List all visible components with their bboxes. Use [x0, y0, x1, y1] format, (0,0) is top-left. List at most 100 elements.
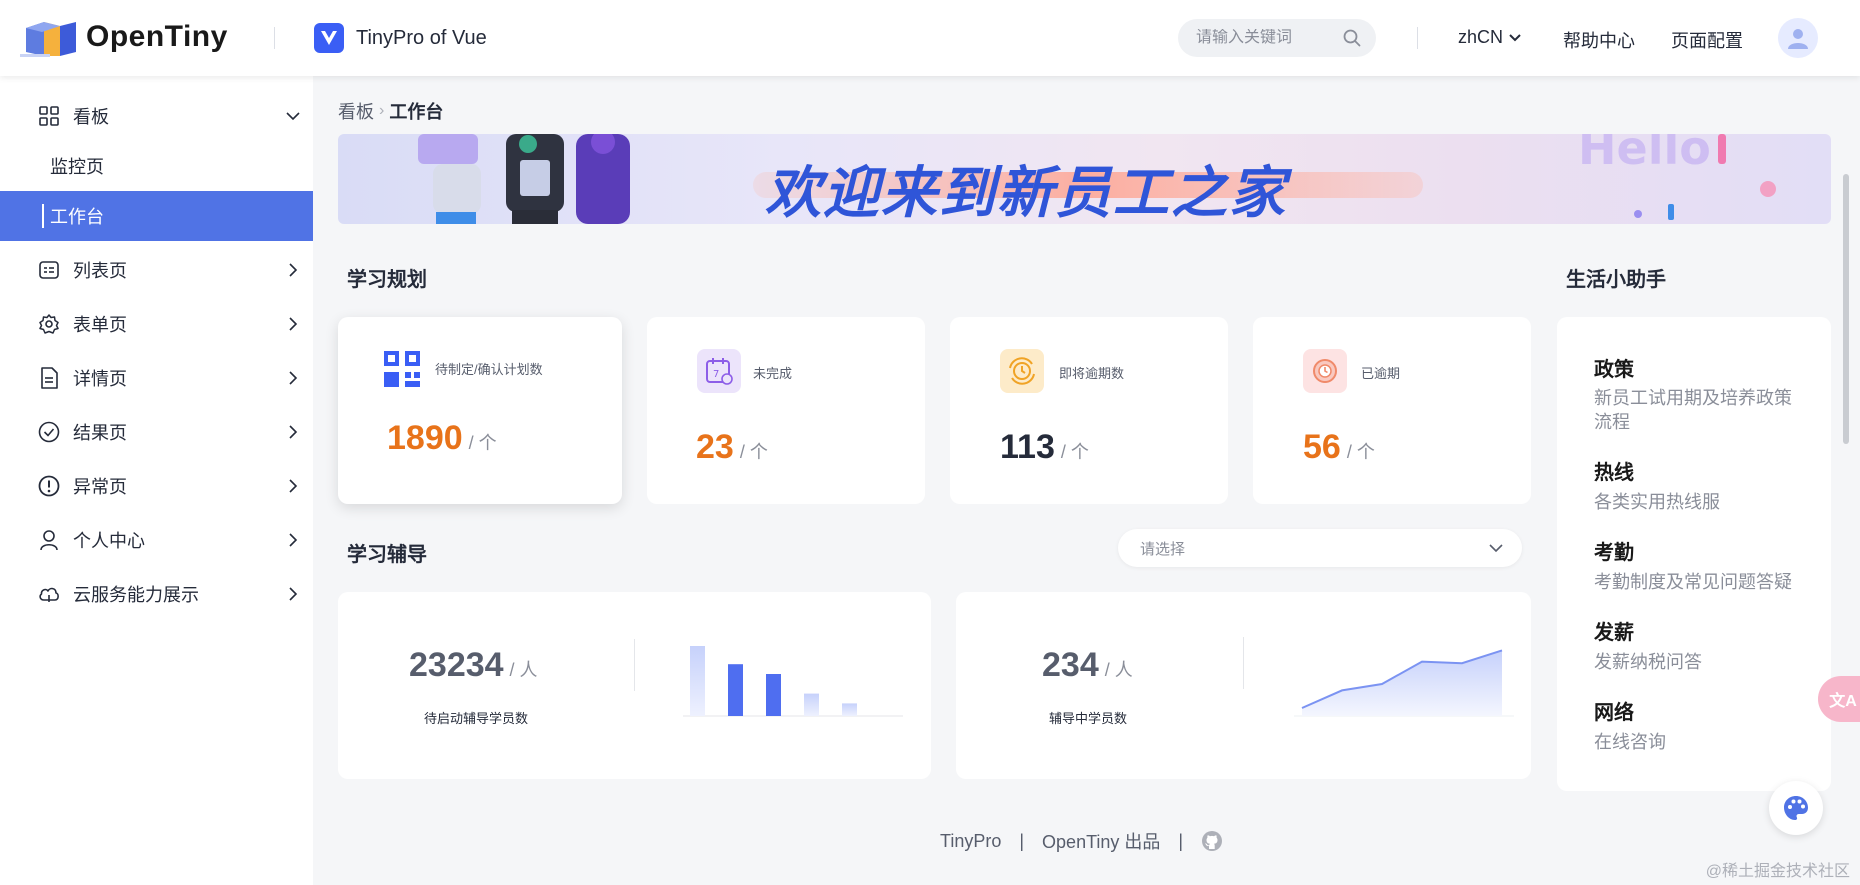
- sidebar-item-exception[interactable]: 异常页: [0, 462, 313, 510]
- opentiny-logo[interactable]: OpenTiny: [20, 16, 228, 58]
- page-config-link[interactable]: 页面配置: [1671, 27, 1743, 53]
- stat-value: 23/ 个: [696, 428, 768, 467]
- stat-label: 已逾期: [1361, 366, 1401, 381]
- svg-text:7: 7: [713, 369, 719, 380]
- guide-value: 234/ 人: [1042, 646, 1133, 685]
- sidebar-item-list[interactable]: 列表页: [0, 246, 313, 294]
- sidebar-item-profile[interactable]: 个人中心: [0, 516, 313, 564]
- helper-item-title[interactable]: 发薪: [1594, 616, 1634, 645]
- search-box[interactable]: [1178, 19, 1376, 57]
- stat-number: 1890: [387, 419, 463, 457]
- stat-card-incomplete[interactable]: 7 未完成 23/ 个: [647, 317, 925, 504]
- sidebar-item-cloud[interactable]: 云服务能力展示: [0, 570, 313, 618]
- guide-card-pending[interactable]: 23234/ 人 待启动辅导学员数: [338, 592, 931, 779]
- sidebar-item-label: 列表页: [73, 261, 127, 281]
- stat-label: 即将逾期数: [1059, 366, 1125, 381]
- helper-item-title[interactable]: 考勤: [1594, 536, 1634, 565]
- sidebar-item-label: 异常页: [73, 477, 127, 497]
- stat-card-pending-plans[interactable]: 待制定/确认计划数 1890/ 个: [338, 317, 622, 504]
- footer-separator: |: [1178, 830, 1184, 851]
- people-illustration-icon: [418, 134, 630, 224]
- helper-item-desc: 各类实用热线服: [1594, 492, 1720, 512]
- help-center-link[interactable]: 帮助中心: [1563, 27, 1635, 53]
- guide-select[interactable]: 请选择: [1118, 529, 1522, 567]
- sidebar-item-workbench[interactable]: 工作台: [0, 191, 313, 241]
- select-placeholder: 请选择: [1140, 540, 1186, 558]
- user-icon: [38, 529, 60, 551]
- language-switcher[interactable]: zhCN: [1458, 27, 1521, 48]
- opentiny-logo-icon: [20, 16, 78, 58]
- helper-item-title[interactable]: 政策: [1594, 353, 1634, 382]
- guide-number: 23234: [409, 646, 504, 684]
- stat-unit: / 个: [468, 433, 497, 453]
- guide-caption: 待启动辅导学员数: [424, 711, 529, 726]
- guide-card-in-progress[interactable]: 234/ 人 辅导中学员数: [956, 592, 1531, 779]
- chevron-right-icon: [286, 533, 300, 547]
- language-label: zhCN: [1458, 27, 1504, 47]
- confetti-decoration-icon: Hello: [1578, 134, 1776, 220]
- check-circle-icon: [38, 421, 60, 443]
- footer-tinypro-link[interactable]: TinyPro: [940, 831, 1001, 852]
- qr-grid-icon: [380, 347, 424, 391]
- avatar[interactable]: [1778, 18, 1818, 58]
- brand-name: OpenTiny: [86, 20, 228, 53]
- stat-card-overdue[interactable]: 已逾期 56/ 个: [1253, 317, 1531, 504]
- helper-item-title[interactable]: 网络: [1594, 696, 1634, 725]
- theme-float-button[interactable]: [1769, 781, 1823, 835]
- sidebar-item-monitor[interactable]: 监控页: [0, 141, 313, 191]
- sidebar-item-form[interactable]: 表单页: [0, 300, 313, 348]
- alert-circle-icon: [38, 475, 60, 497]
- sidebar-item-label: 云服务能力展示: [73, 585, 199, 605]
- cloud-icon: [38, 583, 60, 605]
- chevron-right-icon: [286, 425, 300, 439]
- clock-icon: [1303, 349, 1347, 393]
- helper-item-desc: 在线咨询: [1594, 732, 1666, 752]
- guide-unit: / 人: [509, 660, 538, 680]
- divider: [1243, 637, 1244, 689]
- stat-card-due-soon[interactable]: 即将逾期数 113/ 个: [950, 317, 1228, 504]
- sidebar: 看板 监控页 工作台 列表页 表单页 详情页 结果页 异常页 个人中心 云服务能…: [0, 76, 313, 885]
- search-icon[interactable]: [1342, 28, 1362, 48]
- chevron-down-icon: [286, 109, 300, 123]
- helper-item-title[interactable]: 热线: [1594, 456, 1634, 485]
- translate-icon: 文A: [1829, 693, 1857, 710]
- helper-item-desc: 新员工试用期及培养政策流程: [1594, 388, 1792, 432]
- sidebar-item-label: 看板: [73, 107, 109, 127]
- chart-bar: [728, 664, 743, 716]
- chevron-down-icon: [1509, 33, 1521, 42]
- calendar-icon: 7: [697, 349, 741, 393]
- chart-bar: [690, 646, 705, 716]
- watermark: @稀土掘金技术社区: [1705, 863, 1850, 880]
- chevron-down-icon: [1488, 540, 1504, 556]
- sidebar-item-dashboard[interactable]: 看板: [0, 92, 313, 140]
- translate-float-button[interactable]: 文A: [1818, 676, 1860, 722]
- chevron-right-icon: [286, 371, 300, 385]
- github-icon[interactable]: [1201, 830, 1223, 852]
- sidebar-item-label: 表单页: [73, 315, 127, 335]
- sidebar-item-result[interactable]: 结果页: [0, 408, 313, 456]
- chevron-right-icon: [286, 317, 300, 331]
- stat-label: 待制定/确认计划数: [435, 362, 543, 377]
- scrollbar-thumb[interactable]: [1843, 174, 1849, 444]
- sidebar-item-label: 监控页: [50, 157, 104, 177]
- sidebar-item-detail[interactable]: 详情页: [0, 354, 313, 402]
- active-indicator: [42, 204, 44, 228]
- top-header: OpenTiny TinyPro of Vue zhCN 帮助中心 页面配置: [0, 0, 1860, 76]
- chevron-right-icon: [286, 587, 300, 601]
- stat-unit: / 个: [1060, 442, 1089, 462]
- guide-caption: 辅导中学员数: [1049, 711, 1128, 726]
- helper-item-desc: 考勤制度及常见问题答疑: [1594, 572, 1792, 592]
- user-icon: [1788, 29, 1808, 49]
- search-input[interactable]: [1196, 29, 1336, 47]
- footer-opentiny-link[interactable]: OpenTiny 出品: [1042, 828, 1160, 854]
- app-brand[interactable]: TinyPro of Vue: [314, 23, 487, 53]
- guide-unit: / 人: [1104, 660, 1133, 680]
- chart-bar: [804, 693, 819, 716]
- breadcrumb-parent[interactable]: 看板: [338, 98, 374, 124]
- study-guide-title: 学习辅导: [347, 544, 427, 566]
- area-chart: [1294, 649, 1514, 717]
- sidebar-item-label: 结果页: [73, 423, 127, 443]
- chevron-right-icon: [286, 479, 300, 493]
- footer: TinyPro | OpenTiny 出品 |: [940, 828, 1223, 854]
- svg-text:Hello: Hello: [1578, 134, 1711, 175]
